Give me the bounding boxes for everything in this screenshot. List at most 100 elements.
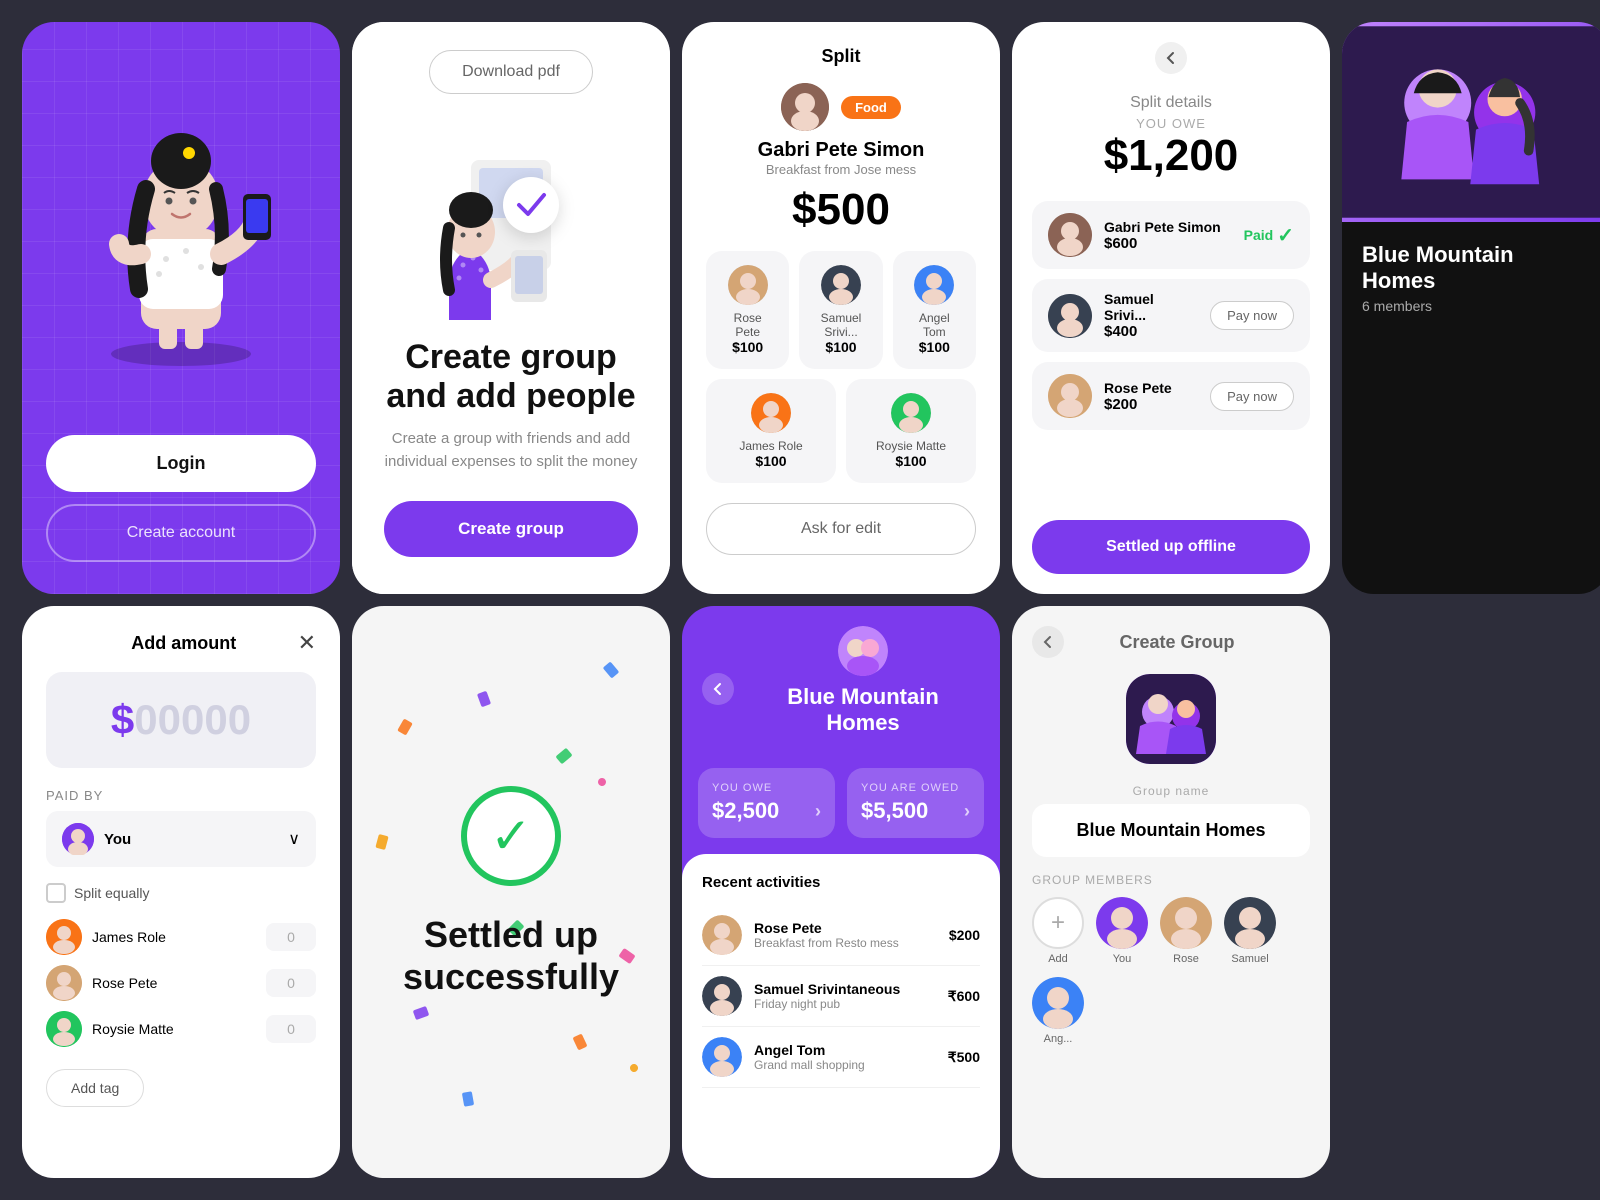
rose-split-input[interactable] [266, 969, 316, 997]
samuel-avatar [821, 265, 861, 305]
split-details-header: Split details YOU OWE $1,200 [1012, 22, 1330, 201]
samuel-activity-name: Samuel Srivintaneous [754, 981, 936, 997]
you-are-owed-label: YOU ARE OWED [861, 782, 970, 794]
rose-pete-name: Rose Pete [720, 311, 775, 339]
split-equally-checkbox[interactable] [46, 883, 66, 903]
create-group-panel: Create Group Group name Blue Mountain Ho… [1012, 606, 1330, 1178]
close-button[interactable]: ✕ [298, 630, 316, 656]
add-amount-card: Add amount ✕ $00000 PAID BY You ∨ Split … [22, 606, 340, 1178]
back-icon [1163, 50, 1179, 66]
create-group-svg [411, 150, 611, 330]
confetti-1 [397, 719, 413, 736]
rose-pay-now-button[interactable]: Pay now [1210, 382, 1294, 411]
split-details-card: Split details YOU OWE $1,200 Gabri Pete … [1012, 22, 1330, 594]
paid-by-select[interactable]: You ∨ [46, 811, 316, 867]
james-aa-avatar [46, 919, 82, 955]
paid-by-name: You [104, 831, 131, 848]
rose-activity-amt: $200 [949, 927, 980, 943]
add-member-button[interactable]: + [1032, 897, 1084, 949]
gabri-sd-name: Gabri Pete Simon [1104, 219, 1232, 235]
rose-cg-avatar [1160, 897, 1212, 949]
create-group-back-button[interactable] [1032, 626, 1064, 658]
rose-pete-avatar [728, 265, 768, 305]
samuel-sd-avatar [1048, 294, 1092, 338]
split-card: Split Food Gabri Pete Simon Breakfast fr… [682, 22, 1000, 594]
roysie-split-input[interactable] [266, 1015, 316, 1043]
samuel-pay-now-button[interactable]: Pay now [1210, 301, 1294, 330]
james-aa-name: James Role [92, 929, 256, 945]
add-tag-button[interactable]: Add tag [46, 1069, 144, 1107]
angel-activity-amt: ₹500 [948, 1049, 980, 1066]
group-back-button[interactable] [702, 673, 734, 705]
paid-by-user: You [62, 823, 131, 855]
col5-row2-spacer [1342, 606, 1600, 1178]
create-group-panel-title: Create Group [1076, 632, 1310, 653]
girl-illustration [71, 89, 291, 369]
gabri-sd-info: Gabri Pete Simon $600 [1104, 219, 1232, 252]
angel-avatar [914, 265, 954, 305]
confetti-11 [597, 776, 608, 787]
confetti-area [352, 606, 670, 1178]
create-group-illustration [411, 150, 611, 330]
cg-member-add[interactable]: + Add [1032, 897, 1084, 965]
gabri-sd-amt: $600 [1104, 235, 1232, 252]
split-people-grid-top: Rose Pete $100 Samuel Srivi... $100 Ange… [706, 251, 976, 369]
roysie-split-row: Roysie Matte [46, 1011, 316, 1047]
james-name: James Role [720, 439, 822, 453]
rose-sd-info: Rose Pete $200 [1104, 380, 1198, 413]
confetti-3 [555, 748, 572, 765]
samuel-name: Samuel Srivi... [813, 311, 868, 339]
group-name-input[interactable]: Blue Mountain Homes [1032, 804, 1310, 857]
samuel-activity-sub: Friday night pub [754, 997, 936, 1011]
confetti-7 [412, 1006, 429, 1020]
create-group-image [1126, 674, 1216, 764]
you-owe-amount: $1,200 [1036, 131, 1306, 181]
confetti-4 [603, 662, 620, 679]
settled-card: ✓ Settled upsuccessfully [352, 606, 670, 1178]
create-group-panel-header: Create Group [1032, 626, 1310, 658]
you-are-owed-value: $5,500 › [861, 798, 970, 824]
rose-sd-avatar [1048, 374, 1092, 418]
rose-split-row: Rose Pete [46, 965, 316, 1001]
you-owed-arrow-icon: › [964, 801, 970, 822]
settled-offline-button[interactable]: Settled up offline [1032, 520, 1310, 574]
cg-member-samuel: Samuel [1224, 897, 1276, 965]
angel-name: Angel Tom [907, 311, 962, 339]
rose-pete-amt: $100 [720, 339, 775, 355]
angel-amt: $100 [907, 339, 962, 355]
split-person-info: Food [706, 83, 976, 131]
split-person-rose: Rose Pete $100 [706, 251, 789, 369]
split-details-back-button[interactable] [1155, 42, 1187, 74]
you-owe-stat-label: YOU OWE [712, 782, 821, 794]
rose-sd-amt: $200 [1104, 396, 1198, 413]
login-illustration [22, 22, 340, 435]
check-circle-icon: ✓ [1277, 223, 1294, 248]
settled-check-icon: ✓ [461, 786, 561, 886]
sd-item-gabri: Gabri Pete Simon $600 Paid ✓ [1032, 201, 1310, 269]
you-owe-stat[interactable]: YOU OWE $2,500 › [698, 768, 835, 838]
group-header: Blue MountainHomes [682, 606, 1000, 768]
create-group-button[interactable]: Create group [384, 501, 638, 557]
rose-aa-avatar [46, 965, 82, 1001]
dollar-sign: $ [111, 696, 134, 743]
samuel-activity-info: Samuel Srivintaneous Friday night pub [754, 981, 936, 1011]
split-equally-label: Split equally [74, 885, 150, 901]
create-group-section: Create groupand add people Create a grou… [352, 122, 670, 594]
james-avatar [751, 393, 791, 433]
split-people-grid-bottom: James Role $100 Roysie Matte $100 [706, 379, 976, 483]
ask-for-edit-button[interactable]: Ask for edit [706, 503, 976, 555]
roysie-aa-name: Roysie Matte [92, 1021, 256, 1037]
ang-cg-avatar [1032, 977, 1084, 1029]
download-pdf-button[interactable]: Download pdf [429, 50, 593, 94]
angel-activity-info: Angel Tom Grand mall shopping [754, 1042, 936, 1072]
samuel-sd-name: Samuel Srivi... [1104, 291, 1198, 323]
you-owe-arrow-icon: › [815, 801, 821, 822]
james-split-input[interactable] [266, 923, 316, 951]
you-owe-label: YOU OWE [1036, 116, 1306, 131]
cg-group-img-svg [1126, 674, 1216, 764]
gabri-avatar [781, 83, 829, 131]
you-are-owed-stat[interactable]: YOU ARE OWED $5,500 › [847, 768, 984, 838]
members-couple-svg [1342, 22, 1600, 222]
rose-cg-label: Rose [1173, 953, 1199, 965]
samuel-sd-info: Samuel Srivi... $400 [1104, 291, 1198, 340]
